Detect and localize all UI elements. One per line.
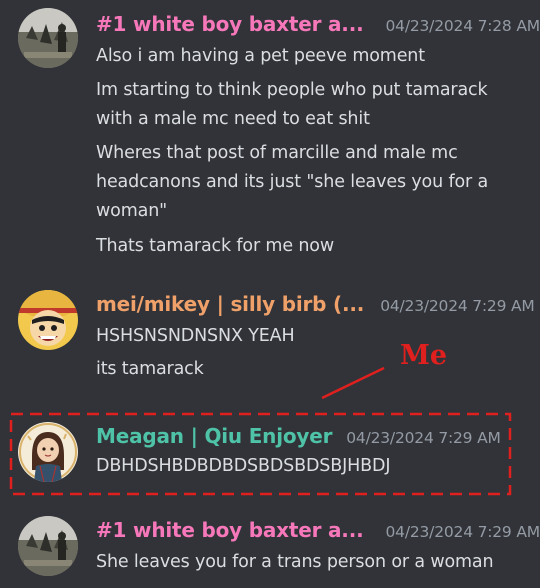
annotation-highlight-box (9, 412, 512, 496)
annotation-arrow-line (321, 366, 385, 400)
annotation-overlay (9, 366, 512, 496)
chat-message-list: #1 white boy baxter a... 04/23/2024 7:28… (0, 0, 540, 588)
annotation-label: Me (400, 340, 448, 371)
